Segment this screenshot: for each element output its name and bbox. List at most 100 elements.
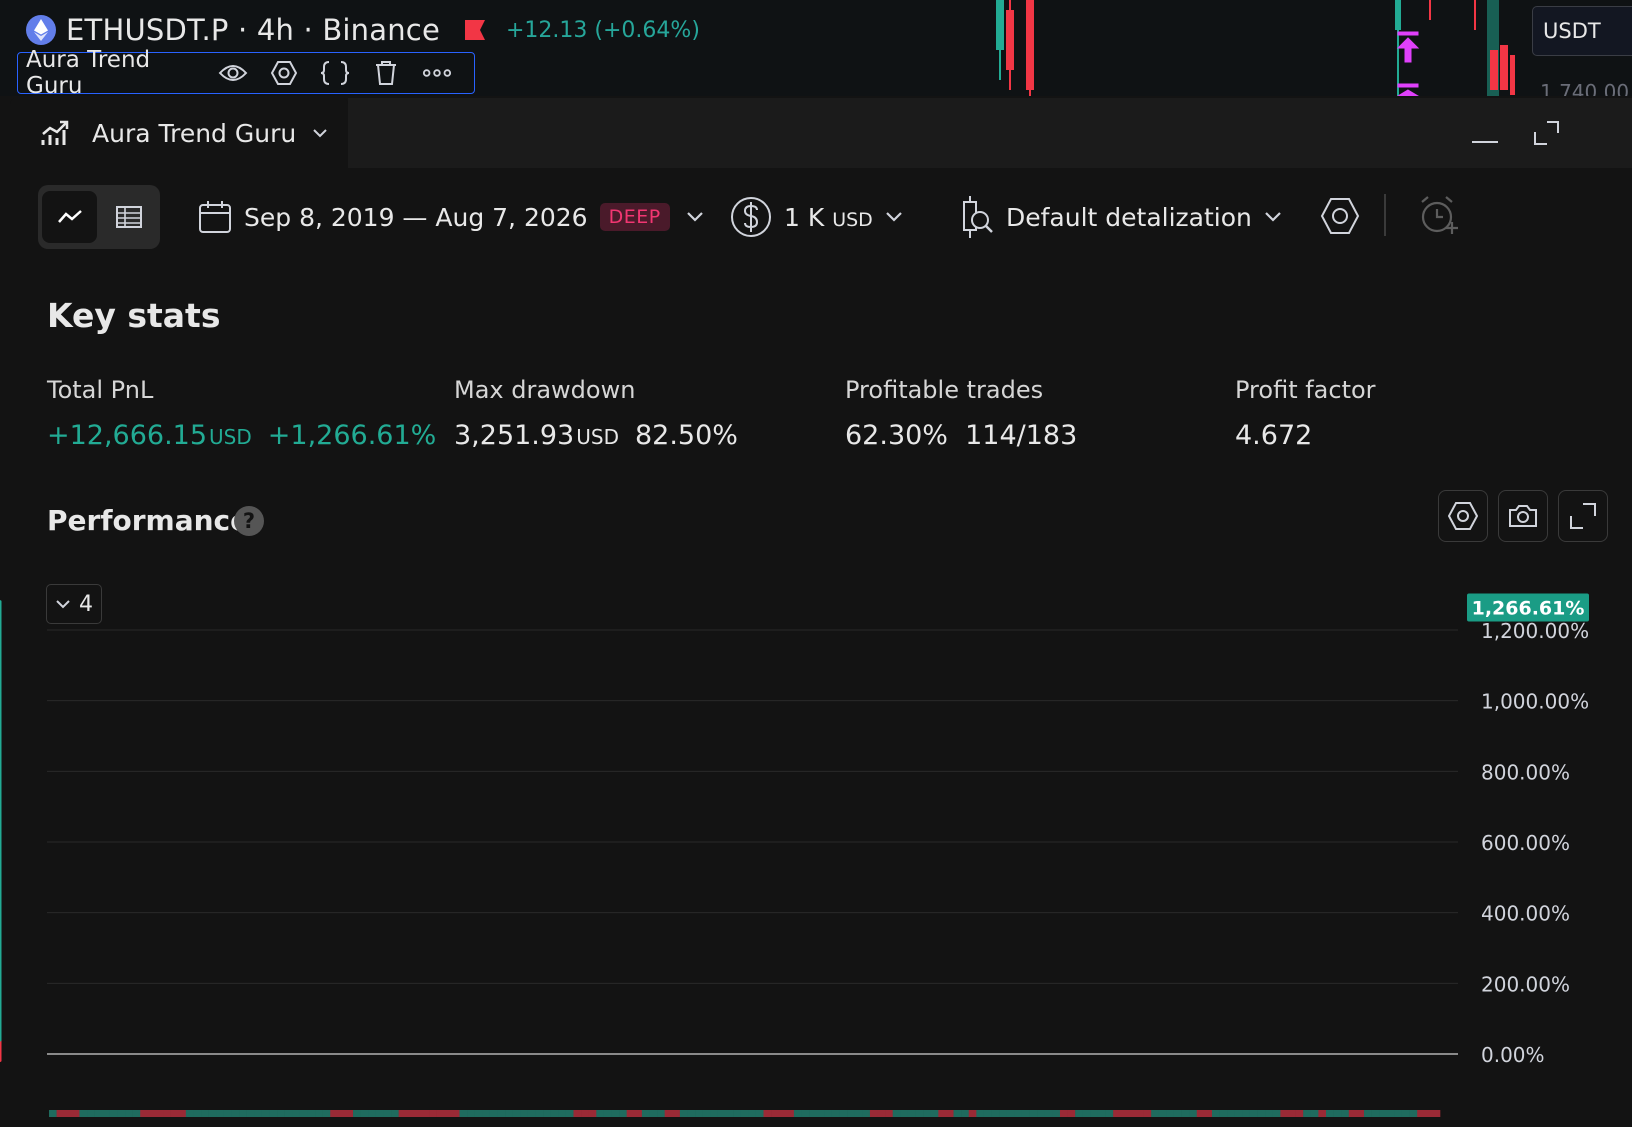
trade-bar-segment xyxy=(1181,1110,1190,1117)
trade-bar-segment xyxy=(1249,1110,1258,1117)
trade-bar-segment xyxy=(1067,1110,1076,1117)
trade-bar-segment xyxy=(733,1110,741,1117)
trade-bar-segment xyxy=(535,1110,544,1117)
trade-bar-segment xyxy=(1196,1110,1205,1117)
trade-bar-segment xyxy=(923,1110,932,1117)
trade-bar-segment xyxy=(938,1110,947,1117)
trade-bar-segment xyxy=(87,1110,95,1117)
trade-bar-segment xyxy=(976,1110,985,1117)
trade-bar-segment xyxy=(330,1110,339,1117)
trade-bar-segment xyxy=(900,1110,909,1117)
trade-bar-segment xyxy=(1219,1110,1228,1117)
trade-bar-segment xyxy=(907,1110,916,1117)
trade-bar-segment xyxy=(809,1110,818,1117)
trade-bar-segment xyxy=(1211,1110,1220,1117)
trade-bar-segment xyxy=(292,1110,301,1117)
trade-bar-segment xyxy=(1409,1110,1418,1117)
trade-bar-segment xyxy=(771,1110,779,1117)
trade-bar-segment xyxy=(307,1110,316,1117)
trade-bar-segment xyxy=(170,1110,179,1117)
trade-bar-segment xyxy=(299,1110,308,1117)
trade-bar-segment xyxy=(1272,1110,1281,1117)
trade-bar-segment xyxy=(1113,1110,1122,1117)
trade-bar-segment xyxy=(847,1110,856,1117)
trade-bar-segment xyxy=(717,1110,726,1117)
trade-bar-segment xyxy=(1021,1110,1030,1117)
trade-bar-segment xyxy=(558,1110,567,1117)
trade-bar-segment xyxy=(201,1110,209,1117)
trade-bar-segment xyxy=(1318,1110,1327,1117)
trade-bar-segment xyxy=(1090,1110,1099,1117)
trade-bar-segment xyxy=(1386,1110,1395,1117)
trade-bar-segment xyxy=(1143,1110,1152,1117)
trade-bar-segment xyxy=(1348,1110,1357,1117)
trade-bar-segment xyxy=(125,1110,133,1117)
trade-bar-segment xyxy=(132,1110,141,1117)
trade-bar-segment xyxy=(1394,1110,1403,1117)
trade-bar-segment xyxy=(702,1110,711,1117)
trade-bar-segment xyxy=(543,1110,551,1117)
trade-bar-segment xyxy=(391,1110,399,1117)
trade-bar-segment xyxy=(71,1110,80,1117)
trade-bar-segment xyxy=(1257,1110,1266,1117)
trade-bar-segment xyxy=(619,1110,627,1117)
trade-bar-segment xyxy=(1234,1110,1243,1117)
trade-bar-segment xyxy=(581,1110,589,1117)
trade-bar-segment xyxy=(277,1110,285,1117)
trade-bar-segment xyxy=(467,1110,475,1117)
trade-bar-segment xyxy=(505,1110,513,1117)
trade-bar-segment xyxy=(1052,1110,1061,1117)
trade-bar-segment xyxy=(641,1110,650,1117)
trade-bar-segment xyxy=(383,1110,392,1117)
trade-bar-segment xyxy=(1044,1110,1053,1117)
trade-bar-segment xyxy=(527,1110,536,1117)
trade-bar-segment xyxy=(1303,1110,1312,1117)
trade-bar-segment xyxy=(421,1110,430,1117)
trade-bar-segment xyxy=(695,1110,703,1117)
trade-bar-segment xyxy=(1097,1110,1106,1117)
trade-bar-segment xyxy=(1135,1110,1144,1117)
trade-bar-segment xyxy=(1432,1110,1441,1117)
trade-bar-segment xyxy=(1105,1110,1114,1117)
trade-bar-segment xyxy=(1151,1110,1160,1117)
trade-bar-segment xyxy=(991,1110,1000,1117)
trade-bar-segment xyxy=(565,1110,574,1117)
trade-bar-segment xyxy=(413,1110,422,1117)
trade-bar-segment xyxy=(368,1110,377,1117)
trade-bar-segment xyxy=(793,1110,802,1117)
trade-bar-segment xyxy=(839,1110,848,1117)
trade-bar-segment xyxy=(193,1110,202,1117)
trade-bar-segment xyxy=(885,1110,894,1117)
trade-bar-segment xyxy=(1325,1110,1334,1117)
trade-bar-segment xyxy=(178,1110,187,1117)
trade-bar-segment xyxy=(489,1110,498,1117)
trade-bar-segment xyxy=(801,1110,810,1117)
trade-bar-segment xyxy=(1037,1110,1046,1117)
trade-bar-segment xyxy=(208,1110,217,1117)
trade-bar-segment xyxy=(983,1110,992,1117)
trade-bar-segment xyxy=(1082,1110,1091,1117)
trade-bar-segment xyxy=(1014,1110,1023,1117)
trade-bar-segment xyxy=(102,1110,111,1117)
trade-bar-segment xyxy=(315,1110,323,1117)
trade-bar-segment xyxy=(626,1110,635,1117)
trade-bar-segment xyxy=(512,1110,521,1117)
trade-bar-segment xyxy=(109,1110,118,1117)
trade-bar-segment xyxy=(892,1110,901,1117)
trade-bar-segment xyxy=(596,1110,605,1117)
trade-bar-segment xyxy=(239,1110,247,1117)
trade-bar-segment xyxy=(322,1110,331,1117)
trade-bar-segment xyxy=(1189,1110,1198,1117)
trade-bar-segment xyxy=(444,1110,453,1117)
y-tick-label: 600.00% xyxy=(1481,831,1570,855)
trade-bar-segment xyxy=(155,1110,164,1117)
trade-bar-segment xyxy=(1371,1110,1380,1117)
trade-bar-segment xyxy=(360,1110,369,1117)
trade-bar-segment xyxy=(1333,1110,1342,1117)
trade-bar-segment xyxy=(824,1110,833,1117)
trade-bar-segment xyxy=(406,1110,415,1117)
trade-bar-segment xyxy=(687,1110,696,1117)
last-value-label: 1,266.61% xyxy=(1472,597,1585,619)
trade-bar-segment xyxy=(945,1110,954,1117)
trade-bar-segment xyxy=(657,1110,665,1117)
